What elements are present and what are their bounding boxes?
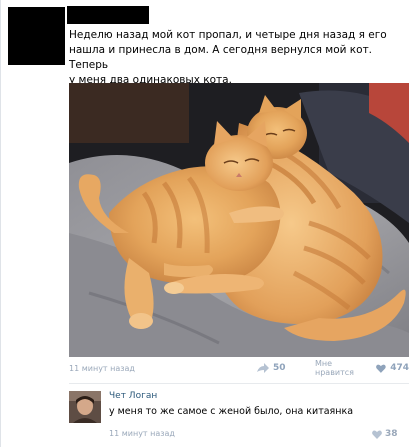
comment-timestamp[interactable]: 11 минут назад — [109, 429, 175, 438]
post-text: Неделю назад мой кот пропал, и четыре дн… — [69, 29, 387, 86]
post-meta-row: 11 минут назад 50 Мне нравится 474 — [69, 359, 409, 377]
comments-divider — [69, 383, 409, 384]
share-button[interactable]: 50 — [257, 361, 286, 375]
author-avatar-redacted[interactable] — [8, 7, 65, 65]
post-timestamp[interactable]: 11 минут назад — [69, 364, 135, 373]
post-photo[interactable] — [69, 83, 409, 357]
author-name-redacted[interactable] — [67, 6, 149, 24]
two-ginger-cats-photo — [69, 83, 409, 357]
comment-text: у меня то же самое с женой было, она кит… — [109, 406, 354, 417]
commenter-photo — [69, 391, 101, 423]
like-count: 474 — [390, 363, 409, 373]
comment-like-count: 38 — [385, 429, 398, 439]
heart-icon — [376, 364, 387, 373]
comment-heart-icon — [372, 430, 382, 439]
comment-author[interactable]: Чет Логан — [109, 391, 157, 401]
share-count: 50 — [273, 363, 286, 373]
wall-post: Неделю назад мой кот пропал, и четыре дн… — [0, 0, 416, 447]
comment-like-button[interactable]: 38 — [372, 428, 398, 440]
post-left-border — [0, 0, 1, 447]
like-button[interactable]: Мне нравится 474 — [315, 359, 409, 377]
comment-avatar[interactable] — [69, 391, 101, 423]
like-label: Мне нравится — [315, 359, 354, 377]
share-icon — [257, 363, 269, 373]
